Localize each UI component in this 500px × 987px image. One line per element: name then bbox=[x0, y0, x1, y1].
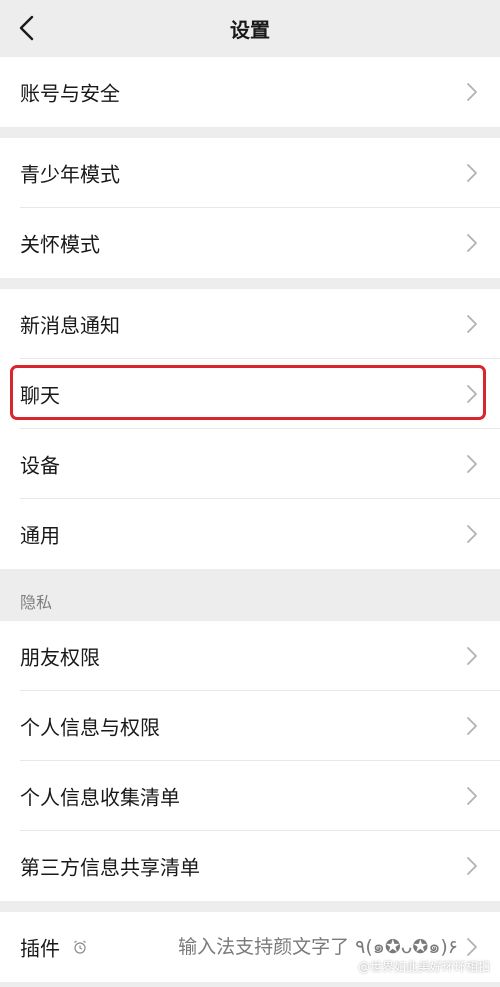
row-label: 青少年模式 bbox=[20, 162, 120, 187]
group-account: 账号与安全 bbox=[0, 57, 500, 127]
row-devices[interactable]: 设备 bbox=[0, 429, 500, 499]
row-label: 设备 bbox=[20, 453, 60, 478]
chevron-right-icon bbox=[467, 787, 477, 805]
row-label: 新消息通知 bbox=[20, 313, 120, 338]
group-privacy: 朋友权限 个人信息与权限 个人信息收集清单 第三方信息共享清单 bbox=[0, 621, 500, 901]
alarm-clock-icon bbox=[74, 940, 86, 954]
chevron-right-icon bbox=[467, 647, 477, 665]
group-gap bbox=[0, 278, 500, 289]
group-gap bbox=[0, 901, 500, 912]
row-label: 关怀模式 bbox=[20, 232, 100, 257]
row-care-mode[interactable]: 关怀模式 bbox=[0, 208, 500, 278]
section-header-privacy: 隐私 bbox=[0, 569, 500, 621]
chevron-right-icon bbox=[467, 164, 477, 182]
row-personal-info-permissions[interactable]: 个人信息与权限 bbox=[0, 691, 500, 761]
chevron-right-icon bbox=[467, 525, 477, 543]
group-modes: 青少年模式 关怀模式 bbox=[0, 138, 500, 278]
row-friend-permissions[interactable]: 朋友权限 bbox=[0, 621, 500, 691]
row-notifications[interactable]: 新消息通知 bbox=[0, 289, 500, 359]
row-third-party-sharing[interactable]: 第三方信息共享清单 bbox=[0, 831, 500, 901]
row-label: 插件 bbox=[20, 936, 60, 961]
row-personal-info-collection[interactable]: 个人信息收集清单 bbox=[0, 761, 500, 831]
row-teen-mode[interactable]: 青少年模式 bbox=[0, 138, 500, 208]
chevron-right-icon bbox=[467, 938, 477, 956]
row-general[interactable]: 通用 bbox=[0, 499, 500, 569]
watermark: @世界如此美好环环相扣 bbox=[357, 960, 490, 974]
chevron-right-icon bbox=[467, 83, 477, 101]
chevron-right-icon bbox=[467, 315, 477, 333]
top-bar: 设置 bbox=[0, 0, 500, 57]
chevron-right-icon bbox=[467, 455, 477, 473]
group-gap bbox=[0, 127, 500, 138]
row-label: 通用 bbox=[20, 523, 60, 548]
chevron-right-icon bbox=[467, 717, 477, 735]
row-label: 个人信息收集清单 bbox=[20, 785, 180, 810]
chevron-right-icon bbox=[467, 234, 477, 252]
row-label: 朋友权限 bbox=[20, 645, 100, 670]
group-general: 新消息通知 聊天 设备 通用 bbox=[0, 289, 500, 569]
row-account-security[interactable]: 账号与安全 bbox=[0, 57, 500, 127]
chevron-right-icon bbox=[467, 385, 477, 403]
row-label: 个人信息与权限 bbox=[20, 715, 160, 740]
row-chat[interactable]: 聊天 bbox=[0, 359, 500, 429]
row-label: 第三方信息共享清单 bbox=[20, 855, 200, 880]
section-title: 隐私 bbox=[20, 593, 53, 612]
row-label: 聊天 bbox=[20, 383, 60, 408]
row-label: 账号与安全 bbox=[20, 81, 120, 106]
chevron-right-icon bbox=[467, 857, 477, 875]
page-title: 设置 bbox=[230, 18, 270, 42]
